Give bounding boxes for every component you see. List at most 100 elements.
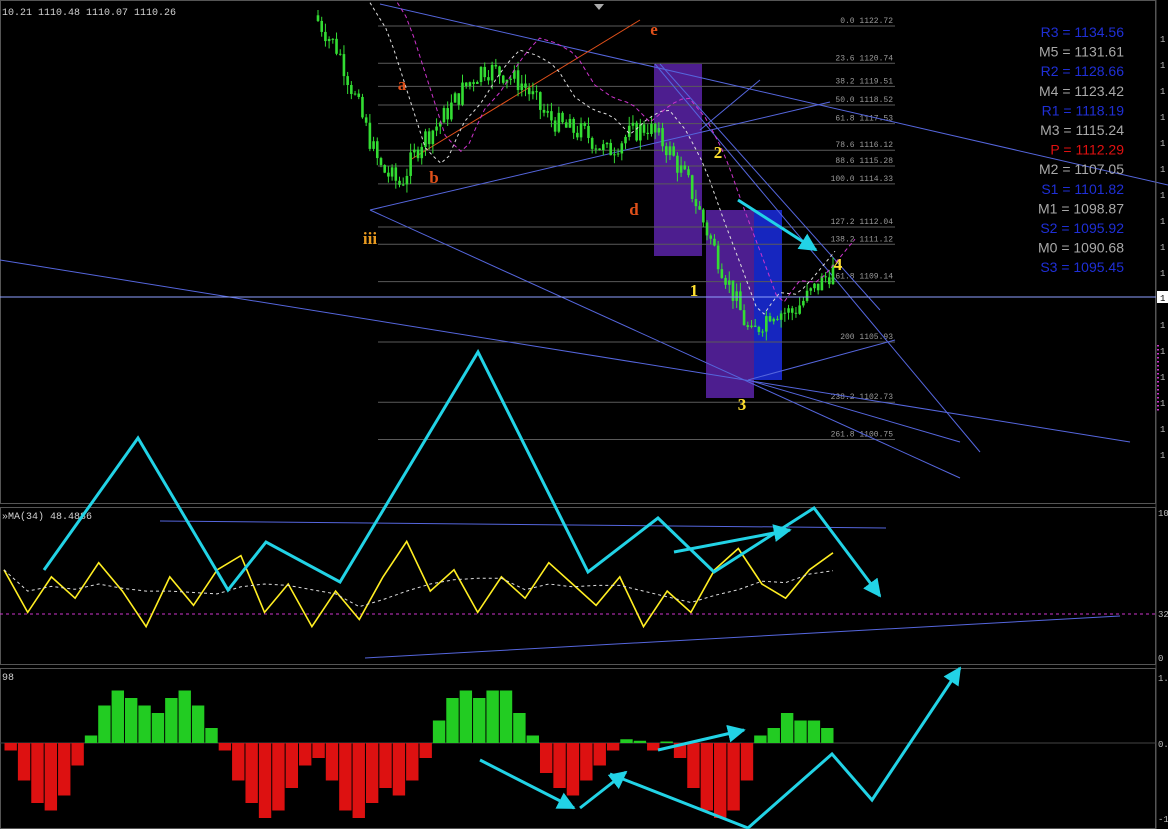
candle-body	[442, 108, 446, 123]
candle-body	[416, 149, 420, 159]
candle-body	[720, 269, 724, 278]
candle-body	[335, 38, 338, 54]
candle-body	[742, 310, 746, 326]
histogram-bar	[526, 735, 539, 743]
candle-body	[487, 77, 490, 81]
histogram-tick-label: 1.	[1158, 674, 1168, 684]
wave-box-2	[706, 210, 754, 398]
price-tick-label: 1	[1160, 243, 1165, 253]
axis-marker-dot	[1157, 397, 1159, 399]
candle-body	[609, 142, 612, 156]
candle-body	[679, 165, 683, 173]
price-tick-label: 1	[1160, 87, 1165, 97]
price-tick-label: 1	[1160, 425, 1165, 435]
candle-body	[446, 108, 449, 120]
price-tick-label: 1	[1160, 61, 1165, 71]
candle-body	[576, 132, 579, 138]
candle-body	[372, 141, 375, 149]
axis-marker-dot	[1157, 393, 1159, 395]
candle-body	[809, 288, 813, 291]
histogram-bar	[446, 698, 459, 743]
histogram-bar	[124, 698, 138, 743]
histogram-bar	[553, 743, 566, 788]
axis-marker-dot	[1157, 405, 1159, 407]
histogram-bar	[44, 743, 58, 811]
fib-label: 78.6 1116.12	[835, 141, 893, 150]
trend-line	[369, 101, 831, 211]
fib-label: 100.0 1114.33	[831, 175, 894, 184]
candle-body	[765, 316, 768, 332]
pivot-level: M4 = 1123.42	[1039, 83, 1124, 99]
candle-body	[583, 123, 587, 126]
histogram-bar	[767, 728, 780, 743]
candle-body	[501, 75, 505, 83]
histogram-series	[4, 690, 834, 818]
candle-body	[327, 38, 331, 42]
candle-body	[557, 112, 561, 132]
candle-body	[798, 305, 801, 314]
candle-body	[631, 122, 635, 126]
candle-body	[705, 222, 709, 236]
price-tick-label: 1	[1160, 347, 1165, 357]
candle-body	[409, 152, 412, 176]
histogram-bar	[98, 705, 111, 743]
histogram-bar	[459, 690, 473, 743]
candle-body	[642, 124, 646, 133]
axis-marker-dot	[1157, 361, 1159, 363]
candle-body	[787, 308, 790, 313]
candle-body	[590, 137, 594, 149]
histogram-bar	[151, 713, 165, 743]
axis-marker-dot	[1157, 369, 1159, 371]
price-tick-label: 1	[1160, 321, 1165, 331]
price-tick-label: 1	[1160, 35, 1165, 45]
candle-body	[816, 283, 820, 291]
candle-body	[464, 82, 468, 87]
candle-body	[783, 312, 787, 314]
price-tick-label: 1	[1160, 399, 1165, 409]
histogram-bar	[285, 743, 299, 788]
wave-label: a	[398, 75, 407, 94]
histogram-bar	[232, 743, 245, 781]
fib-label: 88.6 1115.28	[835, 157, 893, 166]
candle-body	[375, 141, 379, 159]
candle-body	[672, 146, 675, 156]
histogram-label: 98	[2, 673, 14, 684]
histogram-bar	[473, 698, 486, 743]
histogram-bar	[727, 743, 740, 811]
candle-body	[639, 124, 642, 141]
candle-body	[472, 82, 475, 84]
candle-body	[483, 66, 487, 78]
ohlc-readout: 10.21 1110.48 1110.07 1110.26	[2, 8, 176, 19]
fib-label: 61.8 1117.53	[835, 115, 893, 124]
histogram-bar	[84, 735, 98, 743]
fib-label: 50.0 1118.52	[835, 96, 893, 105]
chart-canvas: 10.21 1110.48 1110.07 1110.26 »MA(34) 48…	[0, 0, 1168, 829]
candle-body	[535, 91, 538, 93]
histogram-bar	[272, 743, 285, 811]
candle-body	[516, 70, 520, 91]
histogram-bar	[513, 713, 526, 743]
candle-body	[627, 125, 631, 137]
candle-body	[683, 165, 687, 170]
trend-line	[654, 63, 981, 453]
candle-body	[350, 85, 353, 94]
candle-body	[579, 123, 583, 138]
candle-body	[346, 76, 349, 86]
candle-body	[587, 125, 590, 138]
candle-body	[761, 331, 764, 333]
shift-marker-icon[interactable]	[594, 4, 604, 10]
wave-label: e	[650, 20, 658, 39]
candle-body	[320, 20, 324, 32]
histogram-bar	[754, 735, 767, 743]
histogram-bar	[245, 743, 258, 803]
trend-line	[159, 520, 887, 529]
candle-body	[457, 93, 461, 105]
price-tick-label: 1	[1160, 269, 1165, 279]
candle-body	[364, 117, 368, 123]
pivot-levels-panel: R3 = 1134.56 M5 = 1131.61 R2 = 1128.66 M4 =…	[1038, 24, 1124, 275]
candle-body	[601, 144, 605, 151]
candle-body	[646, 132, 650, 134]
pivot-level: M0 = 1090.68	[1038, 240, 1124, 256]
candle-body	[553, 120, 557, 132]
histogram-bar	[566, 743, 580, 796]
